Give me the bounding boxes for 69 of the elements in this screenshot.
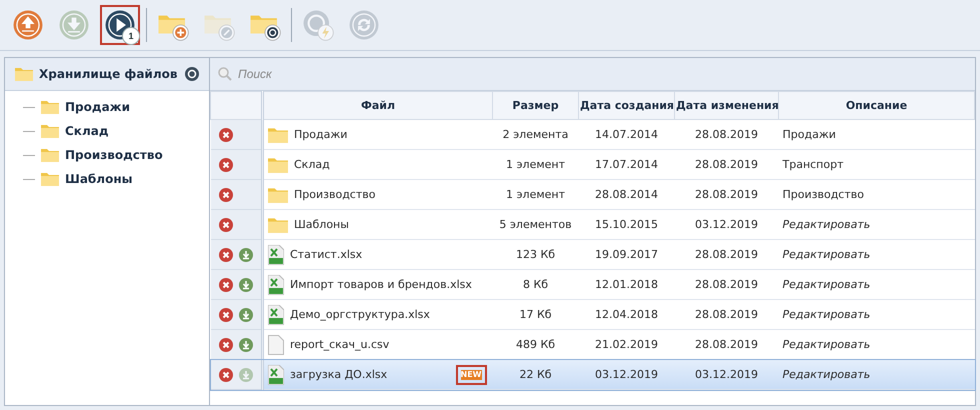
download-button[interactable] bbox=[238, 338, 252, 352]
toolbar-button[interactable]: 1 bbox=[100, 5, 140, 45]
delete-button[interactable] bbox=[218, 278, 232, 292]
file-name: report_скач_u.csv bbox=[290, 338, 390, 351]
table-row[interactable]: Импорт товаров и брендов.xlsx 8 Кб 12.01.2018 28.08.2019 Редактировать bbox=[210, 270, 974, 300]
folder-icon bbox=[41, 100, 59, 114]
refresh-icon[interactable] bbox=[185, 67, 199, 81]
folder-icon bbox=[41, 148, 59, 162]
download-icon bbox=[57, 8, 91, 42]
column-header[interactable]: Размер bbox=[492, 92, 578, 120]
file-name: загрузка ДО.xlsx bbox=[290, 368, 388, 381]
table-row[interactable]: Склад 1 элемент 17.07.2014 28.08.2019 Транспорт bbox=[210, 150, 974, 180]
delete-button[interactable] bbox=[218, 188, 232, 202]
table-row[interactable]: Производство 1 элемент 28.08.2014 28.08.2019 Производство bbox=[210, 180, 974, 210]
folder-icon bbox=[268, 186, 288, 202]
sync-icon bbox=[347, 8, 381, 42]
file-name: Шаблоны bbox=[294, 218, 350, 231]
file-name: Производство bbox=[294, 188, 376, 201]
spreadsheet-file-icon bbox=[268, 274, 284, 294]
table-cell: 03.12.2019 bbox=[674, 360, 778, 390]
column-header[interactable]: Дата создания bbox=[578, 92, 674, 120]
table-cell: Редактировать bbox=[778, 360, 974, 390]
count-badge: 1 bbox=[122, 27, 140, 45]
delete-button[interactable] bbox=[218, 338, 232, 352]
table-cell: 22 Кб bbox=[492, 360, 578, 390]
search-field[interactable]: Поиск bbox=[236, 66, 540, 82]
upload-icon bbox=[11, 8, 45, 42]
delete-button[interactable] bbox=[218, 128, 232, 142]
spreadsheet-file-icon bbox=[268, 364, 284, 384]
folder-icon bbox=[268, 126, 288, 142]
new-badge: NEW bbox=[456, 364, 486, 384]
column-header[interactable]: Файл bbox=[262, 92, 492, 120]
table-row[interactable]: Продажи 2 элемента 14.07.2014 28.08.2019 Продажи bbox=[210, 120, 974, 150]
delete-button[interactable] bbox=[218, 368, 232, 382]
delete-button[interactable] bbox=[218, 218, 232, 232]
delete-button[interactable] bbox=[218, 248, 232, 262]
file-name: Продажи bbox=[294, 128, 348, 141]
table-row[interactable]: Шаблоны 5 элементов 15.10.2015 03.12.2019 Редактировать bbox=[210, 210, 974, 240]
table-cell: 03.12.2019 bbox=[578, 360, 674, 390]
folder-icon bbox=[41, 172, 59, 186]
column-header[interactable]: Дата изменения bbox=[674, 92, 778, 120]
tree-item[interactable]: Склад bbox=[65, 124, 109, 138]
folder-icon bbox=[41, 124, 59, 138]
file-icon bbox=[268, 334, 284, 354]
tree-item[interactable]: Шаблоны bbox=[65, 172, 132, 186]
panel-title: Хранилище файлов bbox=[39, 67, 178, 81]
column-header[interactable]: Описание bbox=[778, 92, 974, 120]
file-name: Статист.xlsx bbox=[290, 248, 364, 261]
tree-item[interactable]: Продажи bbox=[65, 100, 130, 114]
spreadsheet-file-icon bbox=[268, 304, 284, 324]
search-icon bbox=[218, 67, 232, 81]
table-row[interactable]: Статист.xlsx 123 Кб 19.09.2017 28.08.2019 Редактировать bbox=[210, 240, 974, 270]
download-button[interactable] bbox=[238, 278, 252, 292]
download-button[interactable] bbox=[238, 248, 252, 262]
table-row[interactable]: Демо_оргструктура.xlsx 17 Кб 12.04.2018 28.08.2019 Редактировать bbox=[210, 300, 974, 330]
folder-icon bbox=[15, 67, 33, 81]
file-name: Демо_оргструктура.xlsx bbox=[290, 308, 431, 321]
table-row[interactable]: загрузка ДО.xlsx NEW 22 Кб 03.12.2019 03.12.2019 Редактировать bbox=[210, 360, 974, 390]
delete-button[interactable] bbox=[218, 308, 232, 322]
spreadsheet-file-icon bbox=[268, 244, 284, 264]
download-button[interactable] bbox=[238, 308, 252, 322]
file-name: Импорт товаров и брендов.xlsx bbox=[290, 278, 473, 291]
sync-flash-icon bbox=[301, 8, 335, 42]
file-name: Склад bbox=[294, 158, 331, 171]
tree-item[interactable]: Производство bbox=[65, 148, 163, 162]
delete-button[interactable] bbox=[218, 158, 232, 172]
folder-icon bbox=[268, 216, 288, 232]
folder-icon bbox=[268, 156, 288, 172]
table-row[interactable]: report_скач_u.csv 489 Кб 21.02.2019 28.08.2019 Редактировать bbox=[210, 330, 974, 360]
